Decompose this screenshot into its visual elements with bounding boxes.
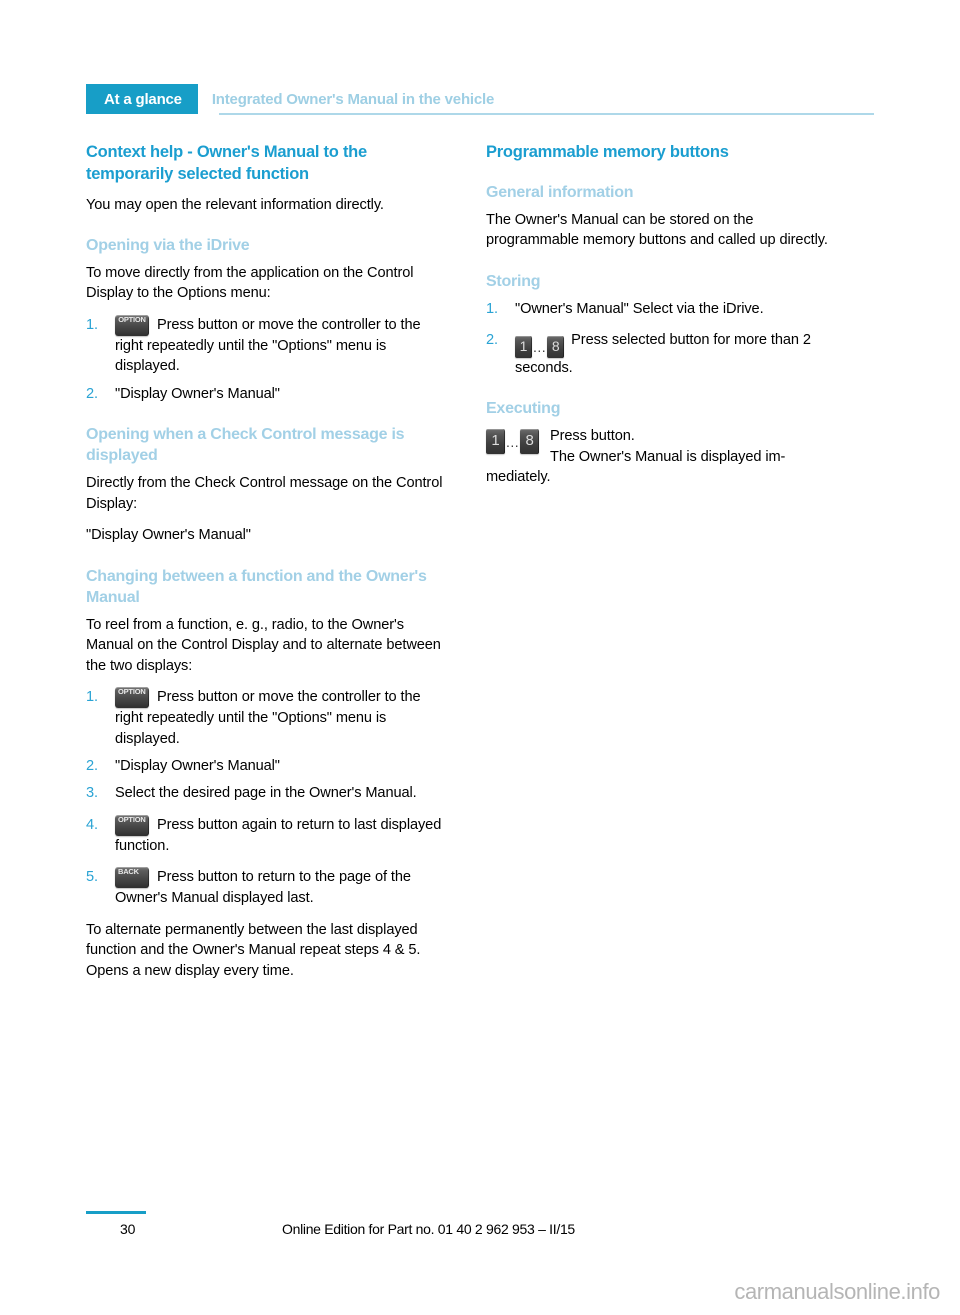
subheading-executing: Executing [486,400,561,418]
sub3-lead-paragraph: To reel from a function, e. g., radio, t… [86,616,441,674]
list-item: 1. "Owner's Manual" Select via the iDriv… [486,299,844,319]
memory-button-last: 8 [520,429,540,455]
list-item: 4. OPTION Press button again to return t… [86,814,444,856]
page-header: At a glance Integrated Owner's Manual in… [86,84,874,114]
list-item: 5. BACK Press button to return to the pa… [86,867,444,908]
option-button-icon: OPTION [115,687,149,709]
right-section-title: Programmable memory buttons [486,143,729,161]
step-text: Press button to return to the page of th… [115,869,411,907]
step-text: Press button again to return to last dis… [115,816,442,854]
step-number: 5. [86,869,98,886]
memory-buttons-icon: 1... 8 [486,429,540,455]
memory-button-first: 1 [486,429,505,455]
page-number: 30 [120,1221,136,1237]
header-chapter-title: Integrated Owner's Manual in the vehicle [211,90,495,108]
step-text: "Display Owner's Manual" [115,385,280,402]
memory-buttons-ellipsis: ... [533,338,547,355]
list-item: 2. "Display Owner's Manual" [86,384,444,404]
option-button-icon: OPTION [115,314,149,336]
list-item: 3. Select the desired page in the Owner'… [86,783,444,803]
option-button-icon: OPTION [115,814,149,836]
step-text: "Owner's Manual" Select via the iDrive. [515,300,764,317]
step-number: 2. [86,757,98,774]
step-text: Press button or move the controller to t… [115,316,421,375]
executing-block: 1... 8 Press button. The Owner's Manual i… [486,426,844,487]
step-number: 1. [486,300,498,317]
option-button-label: OPTION [118,314,146,324]
step-number: 2. [86,385,98,402]
step-number: 2. [486,332,498,349]
executing-line-2: The Owner's Manual is displayed im- [550,448,786,465]
subheading-general-information: General information [486,183,634,201]
list-item: 1. OPTION Press button or move the contr… [86,314,444,377]
list-item: 2. "Display Owner's Manual" [86,756,444,776]
memory-button-first: 1 [515,335,532,358]
option-button-label: OPTION [118,687,146,697]
sub2-lead-paragraph: Directly from the Check Control message … [86,475,443,512]
watermark: carmanualsonline.info [734,1279,940,1304]
subheading-storing: Storing [486,272,541,290]
memory-button-last: 8 [547,335,565,358]
back-button-icon: BACK [115,867,149,889]
executing-line-1: Press button. [550,428,635,445]
option-button-label: OPTION [118,814,146,824]
general-information-paragraph: The Owner's Manual can be stored on the … [486,211,828,249]
right-column: Programmable memory buttons General info… [486,142,844,487]
left-column: Context help - Owner's Manual to the tem… [86,142,444,981]
step-number: 3. [86,785,98,802]
sub3-closing-paragraph: To alternate permanently between the las… [86,921,421,979]
step-number: 1. [86,316,98,333]
list-item: 2. 1... 8 Press selected button for more … [486,330,844,378]
header-divider [219,113,874,115]
left-section-title: Context help - Owner's Manual to the tem… [86,143,367,183]
memory-buttons-ellipsis: ... [506,434,520,451]
memory-buttons-icon: 1... 8 [515,335,565,358]
footer-edition-text: Online Edition for Part no. 01 40 2 962 … [282,1221,575,1237]
subheading-changing-between-function: Changing between a function and the Owne… [86,567,427,606]
back-button-label: BACK [118,867,139,877]
step-text: Select the desired page in the Owner's M… [115,785,417,802]
header-tab-at-a-glance: At a glance [86,84,198,114]
executing-line-3: mediately. [486,469,551,486]
sub1-lead-paragraph: To move directly from the application on… [86,265,414,302]
step-number: 4. [86,816,98,833]
storing-step-list: 1. "Owner's Manual" Select via the iDriv… [486,299,844,378]
subheading-opening-check-control: Opening when a Check Control message is … [86,426,405,465]
list-item: 1. OPTION Press button or move the contr… [86,687,444,749]
left-intro-paragraph: You may open the relevant information di… [86,196,384,213]
step-number: 1. [86,689,98,706]
footer-divider [86,1211,146,1214]
sub1-step-list: 1. OPTION Press button or move the contr… [86,314,444,404]
sub3-step-list: 1. OPTION Press button or move the contr… [86,687,444,909]
step-text: "Display Owner's Manual" [115,757,280,774]
step-text: Press button or move the controller to t… [115,689,421,747]
subheading-opening-via-idrive: Opening via the iDrive [86,236,250,254]
sub2-quote-paragraph: "Display Owner's Manual" [86,527,251,544]
